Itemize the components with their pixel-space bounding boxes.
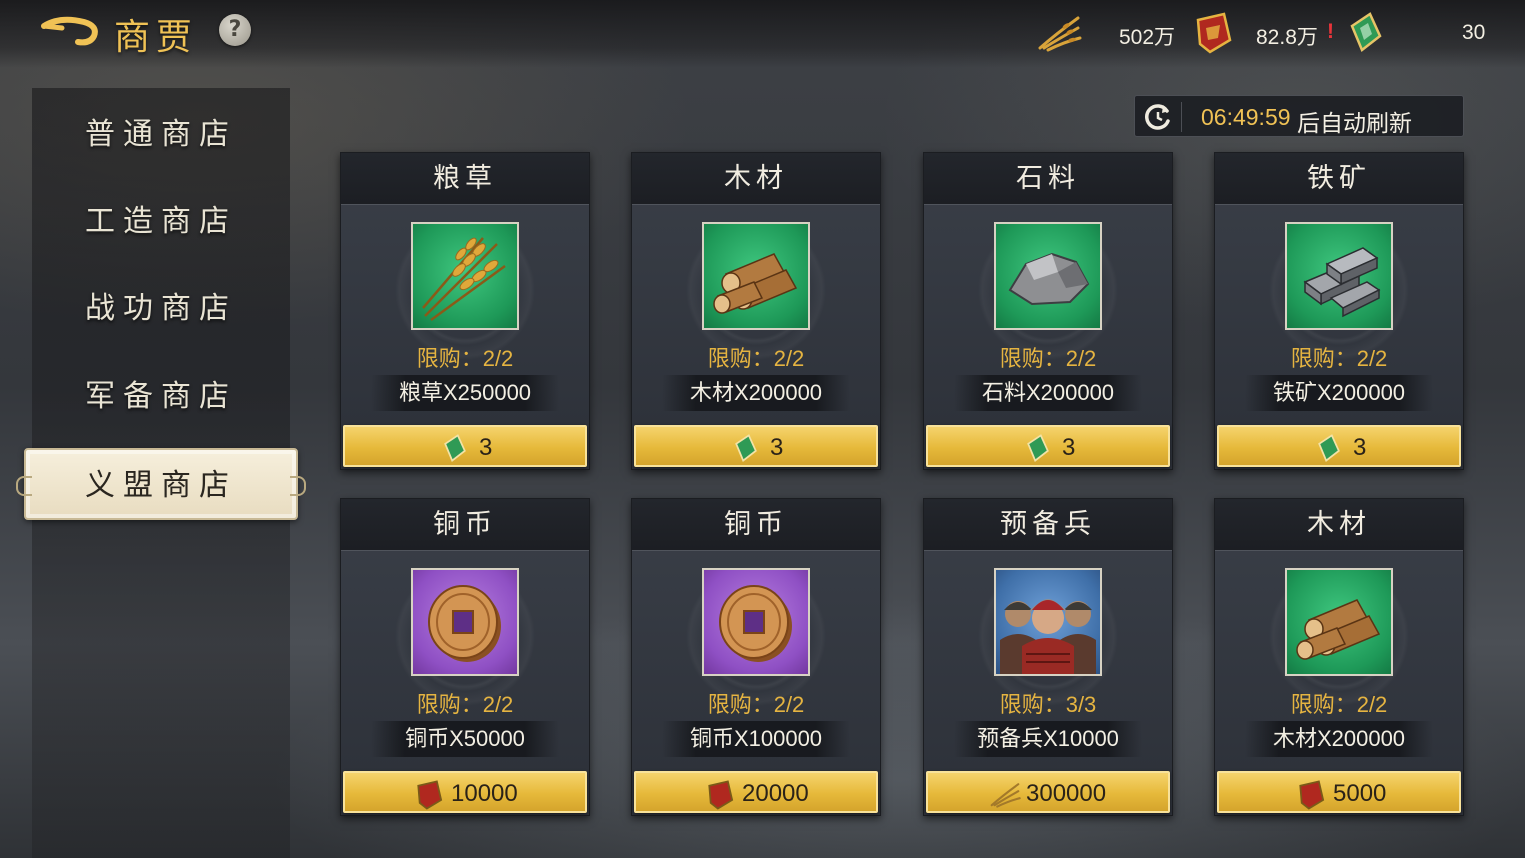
shop-card: 铜币 限购：2/2 铜币X100000 20000 <box>631 498 881 816</box>
refresh-countdown: 06:49:59 <box>1201 104 1291 130</box>
item-thumbnail[interactable] <box>411 568 519 676</box>
item-thumbnail[interactable] <box>994 222 1102 330</box>
back-arrow-icon <box>41 16 98 46</box>
item-thumbnail[interactable] <box>702 568 810 676</box>
shop-card: 铜币 限购：2/2 铜币X50000 10000 <box>340 498 590 816</box>
card-title: 石料 <box>924 153 1172 205</box>
resource-grain: 502万 <box>1036 12 1186 52</box>
item-thumbnail[interactable] <box>994 568 1102 676</box>
grain-bundle-icon <box>422 237 506 322</box>
refresh-label: 后自动刷新 <box>1297 110 1412 136</box>
shop-card: 铁矿 限购：2/2 铁矿X200000 3 <box>1214 152 1464 470</box>
item-quantity: 铜币X50000 <box>371 721 559 757</box>
price: 10000 <box>451 780 518 807</box>
wood-logs-icon <box>1296 599 1381 660</box>
shop-card: 预备兵 限购：3/3 预备兵X10000 300000 <box>923 498 1173 816</box>
card-title: 铁矿 <box>1215 153 1463 205</box>
item-quantity: 预备兵X10000 <box>954 721 1142 757</box>
back-button[interactable] <box>40 14 102 50</box>
shop-card: 木材 限购：2/2 木材X200000 3 <box>631 152 881 470</box>
item-thumbnail[interactable] <box>702 222 810 330</box>
buy-button[interactable]: 3 <box>926 425 1170 467</box>
purchase-limit: 限购：2/2 <box>707 692 805 717</box>
stone-icon <box>1008 252 1090 306</box>
purchase-limit: 限购：3/3 <box>999 692 1097 717</box>
sidebar-item-alliance-shop[interactable]: 义盟商店 <box>16 448 306 520</box>
card-title: 铜币 <box>632 499 880 551</box>
merit-token-icon <box>1196 12 1232 54</box>
item-quantity: 木材X200000 <box>1245 721 1433 757</box>
buy-button[interactable]: 20000 <box>634 771 878 813</box>
item-thumbnail[interactable] <box>1285 222 1393 330</box>
item-quantity: 粮草X250000 <box>371 375 559 411</box>
sidebar-item-general-shop[interactable]: 普通商店 <box>32 104 290 166</box>
purchase-limit: 限购：2/2 <box>1290 346 1388 371</box>
card-title: 铜币 <box>341 499 589 551</box>
shop-card: 石料 限购：2/2 石料X200000 3 <box>923 152 1173 470</box>
merit-amount: 82.8万 <box>1256 26 1318 49</box>
wood-logs-icon <box>713 253 798 314</box>
price: 5000 <box>1333 780 1387 807</box>
refresh-divider <box>1181 102 1182 132</box>
price: 3 <box>1062 434 1076 461</box>
purchase-limit: 限购：2/2 <box>1290 692 1388 717</box>
buy-button[interactable]: 10000 <box>343 771 587 813</box>
alliance-token-icon <box>1318 434 1340 462</box>
item-quantity: 铜币X100000 <box>662 721 850 757</box>
price: 3 <box>1353 434 1367 461</box>
price: 20000 <box>742 780 809 807</box>
price: 3 <box>770 434 784 461</box>
sidebar-item-merit-shop[interactable]: 战功商店 <box>32 278 290 340</box>
shop-card: 粮草 限购：2/2 粮草X250000 3 <box>340 152 590 470</box>
alliance-token-icon <box>1027 434 1049 462</box>
merit-token-icon <box>417 780 443 810</box>
alliance-token-amount: 30 <box>1462 21 1486 44</box>
price: 3 <box>479 434 493 461</box>
shop-sidebar: 普通商店 工造商店 战功商店 军备商店 义盟商店 <box>16 88 306 858</box>
help-button[interactable]: ? <box>219 14 251 46</box>
grain-icon <box>990 783 1021 808</box>
alliance-token-icon <box>444 434 466 462</box>
grain-icon <box>1038 16 1082 52</box>
buy-button[interactable]: 5000 <box>1217 771 1461 813</box>
page-title: 商贾 <box>114 17 199 58</box>
purchase-limit: 限购：2/2 <box>707 346 805 371</box>
price: 300000 <box>1026 780 1107 807</box>
merit-token-icon <box>1299 780 1325 810</box>
item-quantity: 木材X200000 <box>662 375 850 411</box>
merit-token-icon <box>708 780 734 810</box>
merit-warning: ! <box>1327 20 1334 43</box>
alliance-token-icon <box>1350 12 1382 52</box>
purchase-limit: 限购：2/2 <box>416 346 514 371</box>
copper-coin-icon <box>719 585 792 662</box>
top-bar: 商贾 ? 502万 82.8万 ! 30 <box>0 0 1525 68</box>
item-quantity: 铁矿X200000 <box>1245 375 1433 411</box>
auto-refresh-timer: 06:49:59 后自动刷新 <box>1134 95 1464 137</box>
resource-merit: 82.8万 ! <box>1194 12 1344 54</box>
sidebar-item-crafting-shop[interactable]: 工造商店 <box>32 191 290 253</box>
reserve-soldiers-icon <box>1000 599 1096 674</box>
card-title: 木材 <box>1215 499 1463 551</box>
buy-button[interactable]: 3 <box>343 425 587 467</box>
shop-card: 木材 限购：2/2 木材X200000 5000 <box>1214 498 1464 816</box>
sidebar-item-armory-shop[interactable]: 军备商店 <box>32 366 290 428</box>
resource-alliance-token: 30 <box>1348 12 1488 52</box>
purchase-limit: 限购：2/2 <box>416 692 514 717</box>
card-title: 木材 <box>632 153 880 205</box>
card-title: 预备兵 <box>924 499 1172 551</box>
iron-ingots-icon <box>1303 247 1381 318</box>
buy-button[interactable]: 3 <box>1217 425 1461 467</box>
refresh-icon[interactable] <box>1143 102 1173 132</box>
buy-button[interactable]: 3 <box>634 425 878 467</box>
copper-coin-icon <box>428 585 501 662</box>
buy-button[interactable]: 300000 <box>926 771 1170 813</box>
item-quantity: 石料X200000 <box>954 375 1142 411</box>
card-title: 粮草 <box>341 153 589 205</box>
item-thumbnail[interactable] <box>1285 568 1393 676</box>
grain-amount: 502万 <box>1119 26 1176 49</box>
purchase-limit: 限购：2/2 <box>999 346 1097 371</box>
item-thumbnail[interactable] <box>411 222 519 330</box>
alliance-token-icon <box>735 434 757 462</box>
